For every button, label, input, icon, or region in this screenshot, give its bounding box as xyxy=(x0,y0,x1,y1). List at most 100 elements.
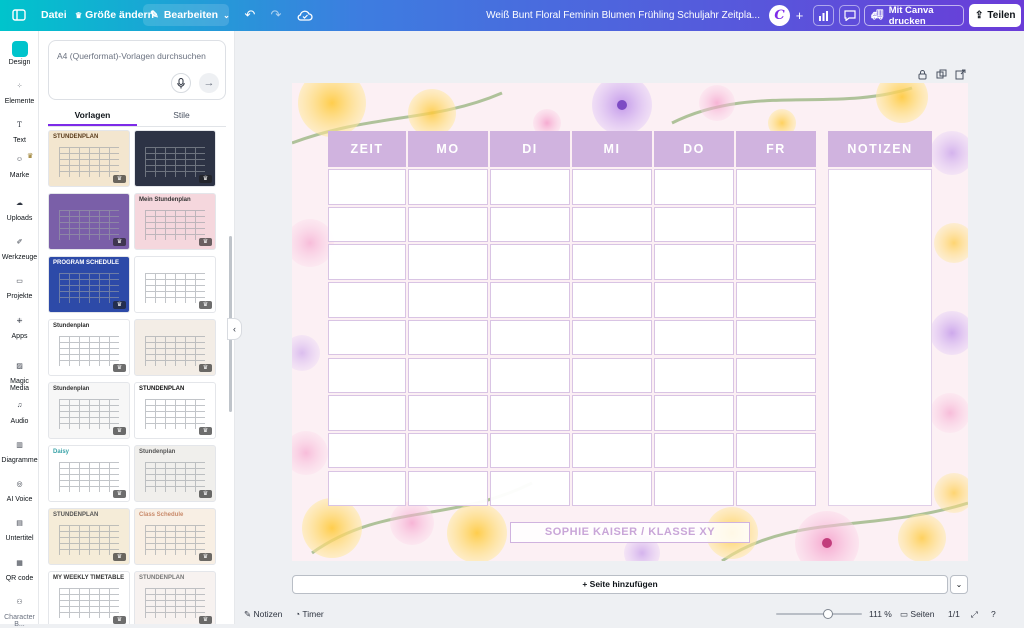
timetable-cell[interactable] xyxy=(654,244,734,280)
timetable-cell[interactable] xyxy=(408,244,488,280)
cloud-saved-icon[interactable] xyxy=(296,6,314,24)
timetable-cell[interactable] xyxy=(736,470,816,507)
timetable-cell[interactable] xyxy=(490,432,570,469)
timetable-cell[interactable] xyxy=(328,206,406,243)
template-thumbnail[interactable]: ♛ xyxy=(134,256,216,313)
timetable-cell[interactable] xyxy=(490,282,570,318)
timetable-cell[interactable] xyxy=(490,244,570,280)
add-page-button[interactable]: + Seite hinzufügen xyxy=(292,575,948,594)
timetable-cell[interactable] xyxy=(736,395,816,431)
add-page-options-button[interactable]: ⌄ xyxy=(950,575,968,594)
template-thumbnail[interactable]: STUNDENPLAN ♛ xyxy=(48,508,130,565)
arrow-right-icon[interactable]: → xyxy=(199,73,219,93)
timetable-cell[interactable] xyxy=(654,169,734,205)
add-page-icon[interactable] xyxy=(955,69,966,83)
rail-item-apps[interactable]: ⁜ Apps xyxy=(0,317,39,340)
template-thumbnail[interactable]: Class Schedule ♛ xyxy=(134,508,216,565)
timetable-cell[interactable] xyxy=(408,470,488,507)
rail-item-projects[interactable]: ▭ Projekte xyxy=(0,277,39,300)
timetable-cell[interactable] xyxy=(328,357,406,393)
timetable-cell[interactable] xyxy=(654,319,734,356)
timer-toggle[interactable]: ◔ Timer xyxy=(295,609,324,619)
timetable-header[interactable]: MI xyxy=(572,131,652,167)
search-input[interactable]: A4 (Querformat)-Vorlagen durchsuchen xyxy=(57,51,206,61)
microphone-icon[interactable] xyxy=(171,73,191,93)
template-thumbnail[interactable]: ♛ xyxy=(134,319,216,376)
timetable-cell[interactable] xyxy=(654,206,734,243)
timetable-cell[interactable] xyxy=(572,432,652,469)
rail-item-subtitles[interactable]: ▤ Untertitel xyxy=(0,519,39,542)
timetable-cell[interactable] xyxy=(408,395,488,431)
timetable-cell[interactable] xyxy=(408,432,488,469)
timetable-cell[interactable] xyxy=(408,357,488,393)
rail-item-brand[interactable]: ♛ ☺ Marke xyxy=(0,153,39,179)
rail-item-design[interactable]: Design xyxy=(0,41,39,66)
undo-icon[interactable]: ↶ xyxy=(241,6,259,24)
template-thumbnail[interactable]: Daisy ♛ xyxy=(48,445,130,502)
rail-item-magic-media[interactable]: ▨ Magic Media xyxy=(0,362,39,392)
template-thumbnail[interactable]: Stundenplan ♛ xyxy=(48,382,130,439)
timetable-cell[interactable] xyxy=(654,395,734,431)
timetable-cell[interactable] xyxy=(654,432,734,469)
template-thumbnail[interactable]: Mein Stundenplan ♛ xyxy=(134,193,216,250)
lock-icon[interactable] xyxy=(917,69,928,83)
share-button[interactable]: ⇪ Teilen xyxy=(969,4,1021,27)
template-thumbnail[interactable]: STUNDENPLAN ♛ xyxy=(48,130,130,187)
rail-item-charts[interactable]: ▥ Diagramme xyxy=(0,441,39,464)
timetable-cell[interactable] xyxy=(328,282,406,318)
timetable-cell[interactable] xyxy=(328,244,406,280)
timetable-cell[interactable] xyxy=(572,206,652,243)
rail-item-elements[interactable]: ⁘ Elemente xyxy=(0,82,39,105)
timetable-cell[interactable] xyxy=(736,282,816,318)
tab-templates[interactable]: Vorlagen xyxy=(48,107,137,126)
timetable-cell[interactable] xyxy=(328,395,406,431)
timetable-header[interactable]: ZEIT xyxy=(328,131,406,167)
rail-item-ai-voice[interactable]: ◎ AI Voice xyxy=(0,480,39,503)
rail-item-audio[interactable]: ♫ Audio xyxy=(0,402,39,425)
timetable-cell[interactable] xyxy=(408,319,488,356)
timetable-cell[interactable] xyxy=(572,169,652,205)
timetable-cell[interactable] xyxy=(736,357,816,393)
timetable-cell[interactable] xyxy=(490,395,570,431)
timetable-cell[interactable] xyxy=(328,470,406,507)
notes-area[interactable] xyxy=(828,169,932,506)
timetable-cell[interactable] xyxy=(572,395,652,431)
design-page[interactable]: ZEIT MO DI MI DO FR NOTIZEN SOPHIE KAISER / K… xyxy=(292,83,968,561)
edit-mode-button[interactable]: ✎ Bearbeiten ⌄ xyxy=(143,4,230,26)
template-thumbnail[interactable]: STUNDENPLAN ♛ xyxy=(134,571,216,624)
duplicate-icon[interactable] xyxy=(936,69,947,83)
template-thumbnail[interactable]: ♛ xyxy=(134,130,216,187)
timetable-cell[interactable] xyxy=(490,169,570,205)
rail-item-uploads[interactable]: ☁ Uploads xyxy=(0,199,39,222)
timetable-cell[interactable] xyxy=(572,357,652,393)
template-thumbnail[interactable]: MY WEEKLY TIMETABLE ♛ xyxy=(48,571,130,624)
timetable-cell[interactable] xyxy=(328,432,406,469)
timetable-cell[interactable] xyxy=(408,169,488,205)
help-icon[interactable]: ? xyxy=(991,609,996,619)
notes-header[interactable]: NOTIZEN xyxy=(828,131,932,167)
timetable-cell[interactable] xyxy=(736,432,816,469)
timetable-cell[interactable] xyxy=(654,282,734,318)
timetable-cell[interactable] xyxy=(408,206,488,243)
template-search-box[interactable]: A4 (Querformat)-Vorlagen durchsuchen → xyxy=(48,40,226,100)
rail-item-qr-code[interactable]: ▦ QR code xyxy=(0,559,39,582)
template-thumbnail[interactable]: STUNDENPLAN ♛ xyxy=(134,382,216,439)
comment-icon[interactable] xyxy=(839,5,860,26)
zoom-level[interactable]: 111 % xyxy=(869,609,892,619)
timetable-cell[interactable] xyxy=(572,319,652,356)
timetable-header[interactable]: DI xyxy=(490,131,570,167)
timetable-cell[interactable] xyxy=(572,244,652,280)
timetable-header[interactable]: FR xyxy=(736,131,816,167)
rail-item-tools[interactable]: ✐ Werkzeuge xyxy=(0,238,39,261)
tab-styles[interactable]: Stile xyxy=(137,107,226,126)
add-collaborator-icon[interactable]: + xyxy=(789,5,810,26)
timetable-cell[interactable] xyxy=(572,470,652,507)
timetable-cell[interactable] xyxy=(490,319,570,356)
zoom-slider[interactable] xyxy=(776,613,862,615)
avatar[interactable]: C xyxy=(769,5,790,26)
timetable-cell[interactable] xyxy=(736,206,816,243)
analytics-icon[interactable] xyxy=(813,5,834,26)
timetable-header[interactable]: DO xyxy=(654,131,734,167)
redo-icon[interactable]: ↷ xyxy=(267,6,285,24)
student-name-label[interactable]: SOPHIE KAISER / KLASSE XY xyxy=(510,522,750,543)
